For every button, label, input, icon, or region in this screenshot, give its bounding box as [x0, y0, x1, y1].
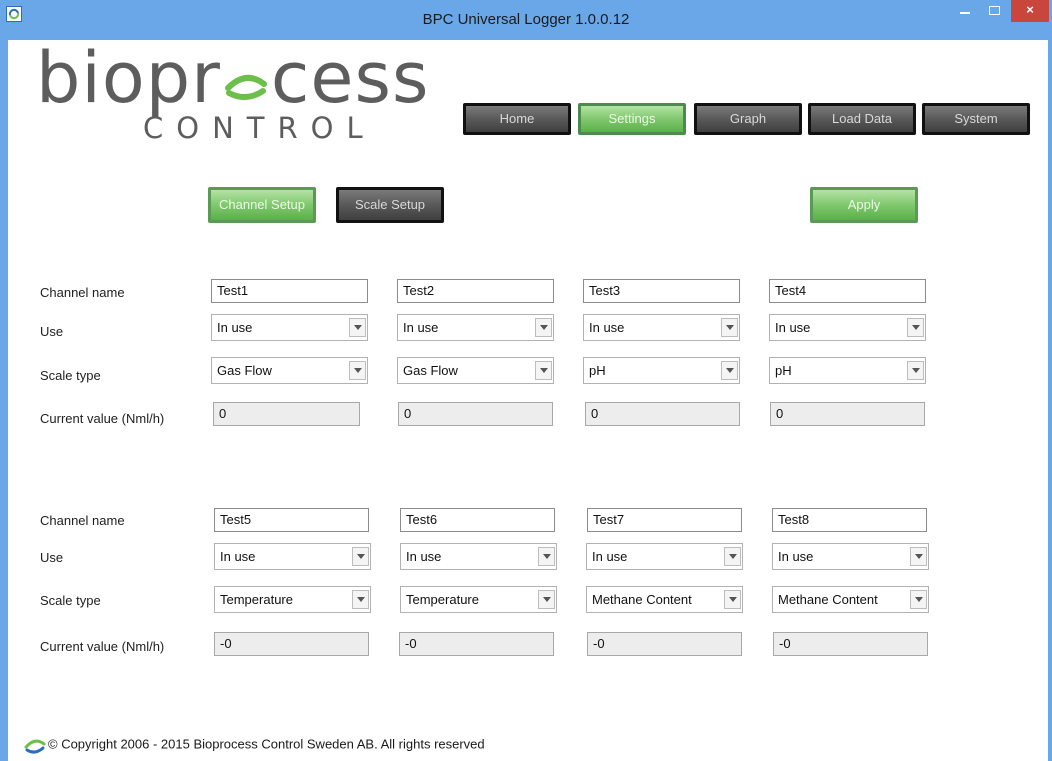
close-icon[interactable]: × [1011, 0, 1049, 22]
scale-type-select[interactable]: pH [769, 357, 926, 384]
chevron-down-icon[interactable] [538, 547, 555, 566]
nav-graph-button[interactable]: Graph [694, 103, 802, 135]
scale-type-value: Gas Flow [403, 363, 458, 378]
chevron-down-icon[interactable] [721, 318, 738, 337]
scale-type-select[interactable]: Gas Flow [397, 357, 554, 384]
current-value-field: 0 [585, 402, 740, 426]
bioprocess-logo: biopr cess [36, 43, 429, 113]
chevron-down-icon[interactable] [910, 547, 927, 566]
current-value-field: 0 [213, 402, 360, 426]
minimize-icon[interactable] [952, 0, 978, 22]
nav-home-button[interactable]: Home [463, 103, 571, 135]
use-select[interactable]: In use [397, 314, 554, 341]
scale-type-value: Methane Content [778, 592, 878, 607]
channel-name-label: Channel name [40, 513, 125, 528]
use-select[interactable]: In use [586, 543, 743, 570]
scale-type-value: Methane Content [592, 592, 692, 607]
nav-settings-button[interactable]: Settings [578, 103, 686, 135]
nav-load-data-button[interactable]: Load Data [808, 103, 916, 135]
use-select-value: In use [592, 549, 628, 564]
chevron-down-icon[interactable] [352, 590, 369, 609]
channel-name-input[interactable]: Test8 [772, 508, 927, 532]
chevron-down-icon[interactable] [724, 547, 741, 566]
use-label: Use [40, 324, 64, 339]
logo-text-start: biopr [36, 37, 221, 119]
chevron-down-icon[interactable] [535, 361, 552, 380]
current-value-field: -0 [773, 632, 928, 656]
window-title: BPC Universal Logger 1.0.0.12 [422, 11, 630, 28]
use-select-value: In use [406, 549, 442, 564]
scale-type-value: Temperature [406, 592, 479, 607]
use-select[interactable]: In use [214, 543, 371, 570]
chevron-down-icon[interactable] [535, 318, 552, 337]
scale-type-select[interactable]: Methane Content [772, 586, 929, 613]
scale-type-select[interactable]: Gas Flow [211, 357, 368, 384]
current-value-label: Current value (Nml/h) [40, 411, 165, 426]
apply-button[interactable]: Apply [810, 187, 918, 223]
channel-name-input[interactable]: Test3 [583, 279, 740, 303]
scale-type-value: pH [775, 363, 792, 378]
use-select-value: In use [220, 549, 256, 564]
copyright-text: © Copyright 2006 - 2015 Bioprocess Contr… [48, 736, 485, 752]
use-select[interactable]: In use [400, 543, 557, 570]
channel-name-input[interactable]: Test6 [400, 508, 555, 532]
current-value-field: -0 [214, 632, 369, 656]
scale-type-select[interactable]: Temperature [214, 586, 371, 613]
use-select[interactable]: In use [769, 314, 926, 341]
chevron-down-icon[interactable] [349, 318, 366, 337]
scale-type-value: pH [589, 363, 606, 378]
scale-type-label: Scale type [40, 368, 101, 383]
chevron-down-icon[interactable] [907, 318, 924, 337]
current-value-field: -0 [587, 632, 742, 656]
footer: © Copyright 2006 - 2015 Bioprocess Contr… [24, 735, 485, 755]
current-value-label: Current value (Nml/h) [40, 639, 165, 654]
use-label: Use [40, 550, 64, 565]
use-select-value: In use [589, 320, 625, 335]
use-select-value: In use [775, 320, 811, 335]
current-value-field: 0 [770, 402, 925, 426]
bioprocess-logo-icon [24, 736, 48, 754]
title-bar[interactable]: BPC Universal Logger 1.0.0.12 × [0, 0, 1052, 40]
current-value-field: -0 [399, 632, 554, 656]
chevron-down-icon[interactable] [910, 590, 927, 609]
scale-setup-button[interactable]: Scale Setup [336, 187, 444, 223]
nav-system-button[interactable]: System [922, 103, 1030, 135]
window-frame-right [1048, 0, 1052, 761]
use-select-value: In use [403, 320, 439, 335]
scale-type-select[interactable]: pH [583, 357, 740, 384]
scale-type-value: Gas Flow [217, 363, 272, 378]
scale-type-select[interactable]: Methane Content [586, 586, 743, 613]
channel-name-input[interactable]: Test5 [214, 508, 369, 532]
chevron-down-icon[interactable] [538, 590, 555, 609]
use-select[interactable]: In use [211, 314, 368, 341]
channel-name-input[interactable]: Test2 [397, 279, 554, 303]
channel-name-input[interactable]: Test7 [587, 508, 742, 532]
logo-subtitle: CONTROL [143, 111, 376, 145]
current-value-field: 0 [398, 402, 553, 426]
channel-name-input[interactable]: Test4 [769, 279, 926, 303]
scale-type-label: Scale type [40, 593, 101, 608]
chevron-down-icon[interactable] [907, 361, 924, 380]
chevron-down-icon[interactable] [352, 547, 369, 566]
use-select[interactable]: In use [583, 314, 740, 341]
chevron-down-icon[interactable] [721, 361, 738, 380]
use-select[interactable]: In use [772, 543, 929, 570]
chevron-down-icon[interactable] [724, 590, 741, 609]
logo-text-end: cess [270, 37, 430, 119]
maximize-icon[interactable] [981, 0, 1007, 22]
use-select-value: In use [217, 320, 253, 335]
window-frame-left [0, 0, 8, 761]
scale-type-select[interactable]: Temperature [400, 586, 557, 613]
channel-setup-button[interactable]: Channel Setup [208, 187, 316, 223]
logo-swirl-icon [223, 62, 269, 102]
scale-type-value: Temperature [220, 592, 293, 607]
channel-name-label: Channel name [40, 285, 125, 300]
chevron-down-icon[interactable] [349, 361, 366, 380]
channel-name-input[interactable]: Test1 [211, 279, 368, 303]
use-select-value: In use [778, 549, 814, 564]
